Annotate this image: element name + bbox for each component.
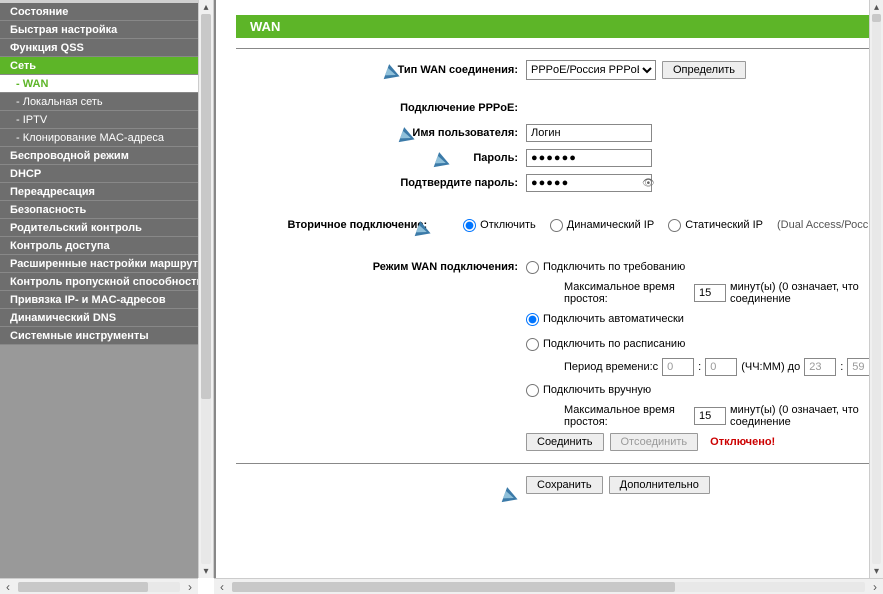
- content-vscroll[interactable]: ▴ ▾: [869, 0, 883, 578]
- pointer-arrow-icon: [434, 152, 453, 172]
- scroll-left-icon[interactable]: ‹: [214, 580, 230, 594]
- sidebar-item-ip-mac-binding[interactable]: Привязка IP- и MAC-адресов: [0, 291, 198, 309]
- sidebar-hscroll[interactable]: ‹ ›: [0, 578, 198, 594]
- second-conn-disable-radio[interactable]: [463, 219, 476, 232]
- wan-type-label: Тип WAN соединения:: [236, 64, 526, 76]
- scroll-left-icon[interactable]: ‹: [0, 580, 16, 594]
- username-input[interactable]: [526, 124, 652, 142]
- schedule-from-min[interactable]: [705, 358, 737, 376]
- mode-auto-radio[interactable]: [526, 313, 539, 326]
- idle-suffix-2: минут(ы) (0 означает, что соединение: [730, 404, 883, 428]
- save-button[interactable]: Сохранить: [526, 476, 603, 494]
- idle-time-input-2[interactable]: [694, 407, 726, 425]
- sidebar-item-qss[interactable]: Функция QSS: [0, 39, 198, 57]
- sidebar-item-status[interactable]: Состояние: [0, 3, 198, 21]
- disconnect-button[interactable]: Отсоединить: [610, 433, 699, 451]
- dual-access-note: (Dual Access/Россия): [777, 219, 883, 231]
- pointer-arrow-icon: [384, 64, 403, 84]
- sidebar-item-routing[interactable]: Расширенные настройки маршрутизации: [0, 255, 198, 273]
- eye-icon[interactable]: 👁: [642, 178, 655, 189]
- mode-ondemand-radio[interactable]: [526, 261, 539, 274]
- sidebar-sub-iptv[interactable]: - IPTV: [0, 111, 198, 129]
- password-confirm-label: Подтвердите пароль:: [236, 177, 526, 189]
- sidebar-vscroll[interactable]: ▴ ▾: [198, 0, 214, 578]
- advanced-button[interactable]: Дополнительно: [609, 476, 710, 494]
- wan-type-select[interactable]: PPPoE/Россия PPPoE: [526, 60, 656, 80]
- mode-schedule-radio[interactable]: [526, 338, 539, 351]
- second-conn-dynip-radio[interactable]: [550, 219, 563, 232]
- content-hscroll[interactable]: ‹ ›: [214, 578, 883, 594]
- sidebar-sub-lan[interactable]: - Локальная сеть: [0, 93, 198, 111]
- sidebar-item-quick-setup[interactable]: Быстрая настройка: [0, 21, 198, 39]
- password-label: Пароль:: [236, 152, 526, 164]
- wan-mode-label: Режим WAN подключения:: [236, 261, 526, 273]
- sidebar-sub-wan[interactable]: - WAN: [0, 75, 198, 93]
- schedule-hhmm-label: (ЧЧ:ММ) до: [741, 361, 800, 373]
- scroll-up-icon[interactable]: ▴: [870, 0, 883, 14]
- sidebar-item-security[interactable]: Безопасность: [0, 201, 198, 219]
- pppoe-section-label: Подключение PPPoE:: [236, 102, 526, 114]
- idle-suffix: минут(ы) (0 означает, что соединение: [730, 281, 883, 305]
- second-conn-label: Вторичное подключение:: [236, 219, 435, 231]
- idle-time-input-1[interactable]: [694, 284, 726, 302]
- scroll-down-icon[interactable]: ▾: [870, 564, 883, 578]
- sidebar-item-ddns[interactable]: Динамический DNS: [0, 309, 198, 327]
- connection-status: Отключено!: [710, 436, 775, 448]
- scroll-down-icon[interactable]: ▾: [199, 564, 213, 578]
- sidebar-item-wireless[interactable]: Беспроводной режим: [0, 147, 198, 165]
- schedule-period-label: Период времени:с: [564, 361, 658, 373]
- schedule-from-hour[interactable]: [662, 358, 694, 376]
- pointer-arrow-icon: [399, 127, 418, 147]
- pointer-arrow-icon: [502, 487, 521, 507]
- sidebar-item-dhcp[interactable]: DHCP: [0, 165, 198, 183]
- sidebar-item-access-control[interactable]: Контроль доступа: [0, 237, 198, 255]
- scroll-right-icon[interactable]: ›: [867, 580, 883, 594]
- sidebar-item-parental[interactable]: Родительский контроль: [0, 219, 198, 237]
- sidebar-item-forwarding[interactable]: Переадресация: [0, 183, 198, 201]
- sidebar-sub-mac-clone[interactable]: - Клонирование MAC-адреса: [0, 129, 198, 147]
- sidebar-item-network[interactable]: Сеть: [0, 57, 198, 75]
- second-conn-staticip-radio[interactable]: [668, 219, 681, 232]
- password-input[interactable]: [526, 149, 652, 167]
- username-label: Имя пользователя:: [236, 127, 526, 139]
- connect-button[interactable]: Соединить: [526, 433, 604, 451]
- mode-manual-radio[interactable]: [526, 384, 539, 397]
- scroll-up-icon[interactable]: ▴: [199, 0, 213, 14]
- sidebar-item-system-tools[interactable]: Системные инструменты: [0, 327, 198, 345]
- idle-label-2: Максимальное время простоя:: [564, 404, 690, 428]
- page-title: WAN: [236, 15, 883, 38]
- idle-label: Максимальное время простоя:: [564, 281, 690, 305]
- content-area: WAN Тип WAN соединения: PPPoE/Россия PPP…: [216, 0, 883, 578]
- scroll-right-icon[interactable]: ›: [182, 580, 198, 594]
- password-confirm-input[interactable]: [526, 174, 652, 192]
- detect-button[interactable]: Определить: [662, 61, 746, 79]
- sidebar: Состояние Быстрая настройка Функция QSS …: [0, 0, 198, 578]
- sidebar-item-bandwidth[interactable]: Контроль пропускной способности: [0, 273, 198, 291]
- schedule-to-hour[interactable]: [804, 358, 836, 376]
